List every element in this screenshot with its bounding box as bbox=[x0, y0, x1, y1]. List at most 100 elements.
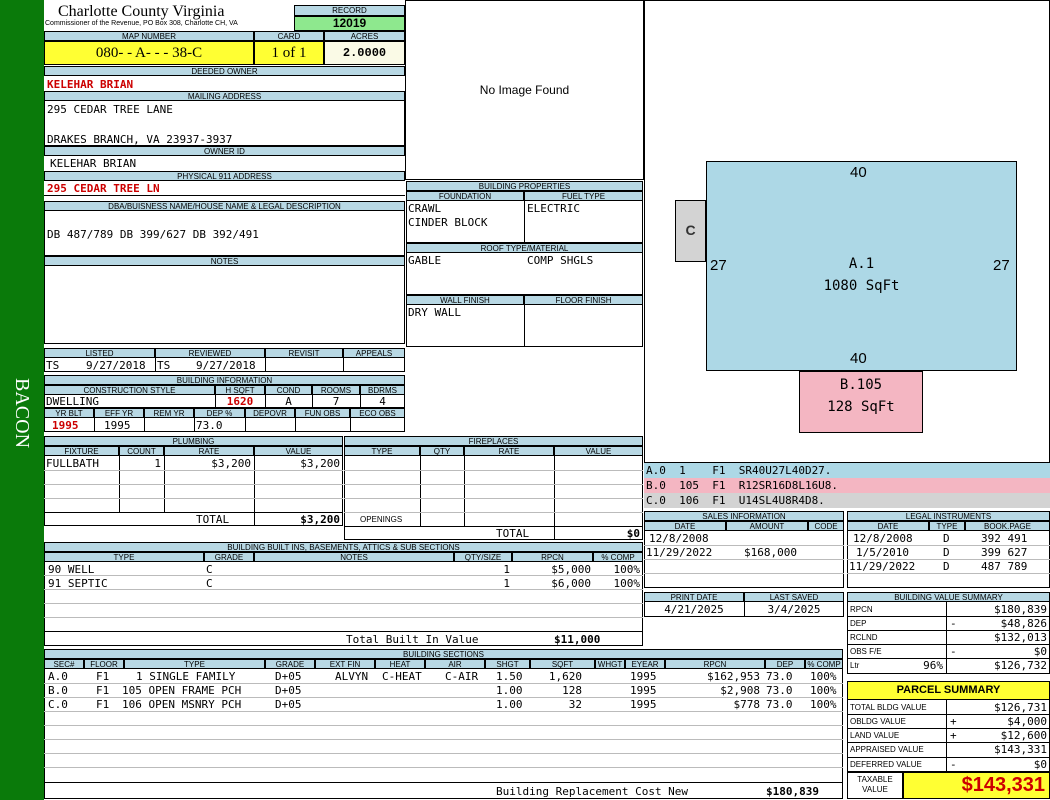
vs-dep-label: DEP bbox=[850, 619, 867, 628]
legal-col-type: TYPE bbox=[929, 521, 965, 531]
notes-header: NOTES bbox=[44, 256, 405, 266]
wall-finish-header: WALL FINISH bbox=[406, 295, 524, 305]
sales-col-date: DATE bbox=[644, 521, 726, 531]
effyr-header: EFF YR bbox=[94, 408, 144, 418]
sale-1-date: 12/8/2008 bbox=[649, 532, 709, 545]
fireplace-openings-label: OPENINGS bbox=[360, 515, 403, 524]
vs-rclnd-label: RCLND bbox=[850, 633, 878, 642]
bs-b-sqft: 128 bbox=[562, 684, 582, 697]
sketch-legend-text-b: B.0 105 F1 R12SR16D8L16U8. bbox=[646, 479, 839, 492]
fireplace-col-rate: RATE bbox=[464, 446, 554, 456]
roof-type: GABLE bbox=[408, 254, 442, 267]
built-ins-col-grade: GRADE bbox=[204, 552, 254, 562]
mailing-address-header: MAILING ADDRESS bbox=[44, 91, 405, 101]
hsqft-header: H SQFT bbox=[215, 385, 265, 395]
fireplace-col-type: TYPE bbox=[344, 446, 420, 456]
sales-col-amount: AMOUNT bbox=[726, 521, 808, 531]
floor-finish-header: FLOOR FINISH bbox=[524, 295, 643, 305]
sidebar-label: BACON bbox=[11, 378, 33, 449]
fuel-type-header: FUEL TYPE bbox=[524, 191, 643, 201]
notes-box bbox=[44, 266, 405, 344]
reviewed-by: TS bbox=[157, 359, 171, 372]
remyr-header: REM YR bbox=[144, 408, 194, 418]
bs-c-dep: 73.0 bbox=[766, 698, 793, 711]
hsqft: 1620 bbox=[226, 395, 254, 408]
taxable-value: $143,331 bbox=[903, 772, 1050, 799]
bs-col-type: TYPE bbox=[124, 659, 265, 669]
legal-2-book: 399 627 bbox=[981, 546, 1028, 559]
bs-col-heat: HEAT bbox=[375, 659, 425, 669]
bs-a-dep: 73.0 bbox=[766, 670, 793, 683]
acres-header: ACRES bbox=[324, 31, 405, 41]
legal-1-date: 12/8/2008 bbox=[853, 532, 913, 545]
ps-total-bldg-value: $126,731 bbox=[994, 701, 1047, 714]
listed-header: LISTED bbox=[44, 348, 155, 358]
fireplace-total-label: TOTAL bbox=[496, 527, 530, 540]
legal-1-type: D bbox=[943, 532, 950, 545]
plumbing-col-rate: RATE bbox=[164, 446, 254, 456]
bs-a-sec: A.0 bbox=[48, 670, 68, 683]
building-properties-header: BUILDING PROPERTIES bbox=[406, 181, 643, 191]
built-in-1-rpcn: $5,000 bbox=[551, 563, 591, 576]
taxable-label-2: VALUE bbox=[862, 785, 888, 794]
bs-col-sqft: SQFT bbox=[530, 659, 595, 669]
sidebar: BACON bbox=[0, 0, 44, 800]
bs-c-sec: C.0 bbox=[48, 698, 68, 711]
built-in-1-type: 90 WELL bbox=[48, 563, 95, 576]
vs-rclnd-value: $132,013 bbox=[994, 631, 1047, 644]
foundation-2: CINDER BLOCK bbox=[408, 216, 488, 229]
sketch-a-area: 1080 SqFt bbox=[823, 278, 900, 294]
parcel-summary-header: PARCEL SUMMARY bbox=[847, 681, 1050, 700]
legal-description-header: DBA/BUISNESS NAME/HOUSE NAME & LEGAL DES… bbox=[44, 201, 405, 211]
dep-header: DEP % bbox=[194, 408, 245, 418]
plumbing-col-count: COUNT bbox=[119, 446, 164, 456]
legal-instruments-header: LEGAL INSTRUMENTS bbox=[847, 511, 1050, 521]
roof-material: COMP SHGLS bbox=[527, 254, 594, 267]
ps-obldg-label: OBLDG VALUE bbox=[850, 717, 906, 726]
bs-c-floor: F1 bbox=[96, 698, 110, 711]
bs-a-rpcn: $162,953 bbox=[707, 670, 760, 683]
built-ins-total-label: Total Built In Value bbox=[346, 633, 479, 646]
bs-c-grade: D+05 bbox=[275, 698, 302, 711]
built-ins-col-type: TYPE bbox=[44, 552, 204, 562]
bs-c-comp: 100% bbox=[810, 698, 837, 711]
plumbing-header: PLUMBING bbox=[44, 436, 343, 446]
ps-appraised-label: APPRAISED VALUE bbox=[850, 745, 924, 754]
mailing-line-2: DRAKES BRANCH, VA 23937-3937 bbox=[47, 133, 233, 146]
listed-by: TS bbox=[46, 359, 60, 372]
built-ins-total: $11,000 bbox=[554, 633, 601, 646]
sales-col-code: CODE bbox=[808, 521, 844, 531]
legal-3-book: 487 789 bbox=[981, 560, 1028, 573]
bdrms-header: BDRMS bbox=[360, 385, 405, 395]
sketch-b-label: B.105 bbox=[839, 377, 883, 393]
bs-c-eyear: 1995 bbox=[630, 698, 657, 711]
legal-col-date: DATE bbox=[847, 521, 929, 531]
bs-a-comp: 100% bbox=[810, 670, 837, 683]
vs-rpcn-value: $180,839 bbox=[994, 603, 1047, 616]
built-in-2-comp: 100% bbox=[613, 577, 641, 590]
ps-deferred-label: DEFERRED VALUE bbox=[850, 760, 922, 769]
bs-b-shgt: 1.00 bbox=[496, 684, 523, 697]
card-header: CARD bbox=[254, 31, 324, 41]
plumbing-fixture: FULLBATH bbox=[46, 457, 99, 470]
bdrms: 4 bbox=[379, 395, 386, 408]
built-in-1-comp: 100% bbox=[613, 563, 641, 576]
foundation-header: FOUNDATION bbox=[406, 191, 524, 201]
fuel-type: ELECTRIC bbox=[527, 202, 580, 215]
office-address: Commissioner of the Revenue, PO Box 308,… bbox=[45, 20, 238, 27]
sketch-a-label: A.1 bbox=[848, 256, 875, 272]
bs-b-rpcn: $2,908 bbox=[720, 684, 760, 697]
fireplaces-header: FIREPLACES bbox=[344, 436, 643, 446]
legal-3-date: 11/29/2022 bbox=[849, 560, 916, 573]
taxable-label-1: TAXABLE bbox=[857, 775, 893, 784]
bs-b-floor: F1 bbox=[96, 684, 110, 697]
bs-c-shgt: 1.00 bbox=[496, 698, 523, 711]
fireplace-total: $0 bbox=[626, 527, 640, 540]
sketch-legend-text-c: C.0 106 F1 U14SL4U8R4D8. bbox=[646, 494, 825, 507]
fireplace-col-value: VALUE bbox=[554, 446, 643, 456]
plumbing-rate: $3,200 bbox=[211, 457, 251, 470]
ps-land-label: LAND VALUE bbox=[850, 731, 900, 740]
bs-col-whgt: WHGT bbox=[595, 659, 625, 669]
built-in-1-grade: C bbox=[206, 563, 213, 576]
sketch-b-area: 128 SqFt bbox=[827, 399, 895, 415]
